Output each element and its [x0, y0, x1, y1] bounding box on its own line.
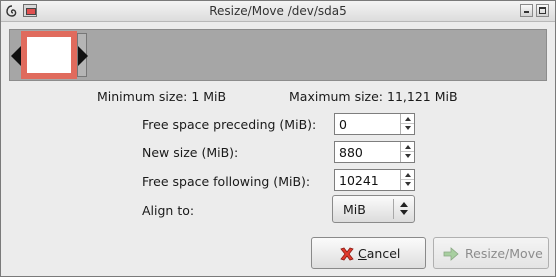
cancel-button-mnemonic: C: [358, 246, 367, 261]
titlebar[interactable]: Resize/Move /dev/sda5: [1, 1, 555, 22]
partition-graphic[interactable]: [9, 29, 547, 81]
new-size-spinner[interactable]: [334, 141, 415, 163]
minimize-button[interactable]: [520, 4, 533, 17]
minimum-size-label: Minimum size: 1 MiB: [97, 89, 227, 104]
maximum-size-label: Maximum size: 11,121 MiB: [289, 89, 458, 104]
free-preceding-input[interactable]: [337, 115, 403, 133]
red-x-icon: [340, 247, 354, 261]
align-to-value: MiB: [343, 202, 366, 217]
chevron-down-icon: [400, 210, 408, 215]
resize-move-dialog: Resize/Move /dev/sda5 Minimum size: 1 Mi…: [0, 0, 556, 277]
partition-block[interactable]: [21, 31, 77, 79]
cancel-button-label: ancel: [366, 246, 401, 261]
align-to-select[interactable]: MiB: [332, 195, 415, 223]
align-to-label: Align to:: [142, 203, 195, 218]
free-preceding-increment-button[interactable]: [401, 114, 414, 124]
free-following-label: Free space following (MiB):: [142, 174, 311, 189]
window-title: Resize/Move /dev/sda5: [209, 4, 347, 18]
green-arrow-icon: [443, 247, 459, 261]
free-preceding-decrement-button[interactable]: [401, 124, 414, 134]
cancel-button[interactable]: Cancel: [311, 237, 426, 269]
free-preceding-label: Free space preceding (MiB):: [142, 117, 317, 132]
new-size-increment-button[interactable]: [401, 142, 414, 152]
new-size-input[interactable]: [337, 143, 403, 161]
resize-move-button-label: Resize/Move: [465, 246, 543, 261]
free-preceding-spinner[interactable]: [334, 113, 415, 135]
resize-move-button[interactable]: Resize/Move: [433, 237, 549, 269]
maximize-button[interactable]: [536, 4, 549, 17]
free-following-decrement-button[interactable]: [401, 180, 414, 190]
resize-right-handle-icon[interactable]: [78, 46, 88, 66]
free-following-spinner[interactable]: [334, 169, 415, 191]
resize-left-handle-icon[interactable]: [11, 46, 21, 66]
free-following-increment-button[interactable]: [401, 170, 414, 180]
new-size-decrement-button[interactable]: [401, 152, 414, 162]
new-size-label: New size (MiB):: [142, 145, 239, 160]
chevron-up-icon: [400, 202, 408, 207]
free-following-input[interactable]: [337, 171, 403, 189]
